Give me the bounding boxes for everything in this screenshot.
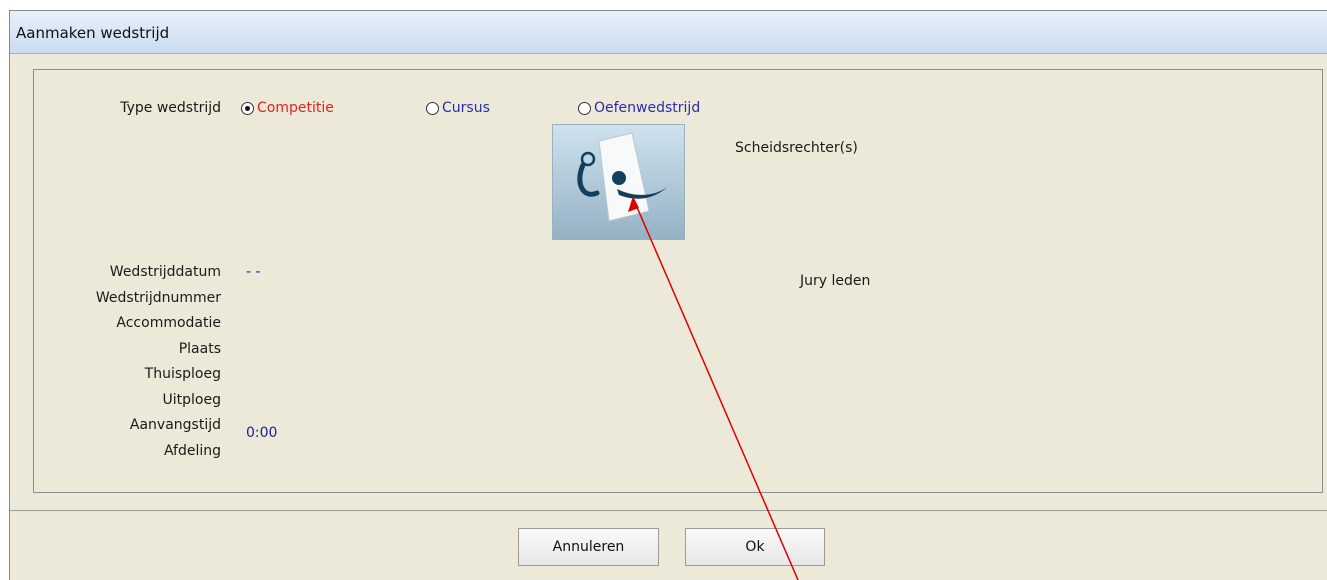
field-label-thuisploeg: Thuisploeg [144, 366, 221, 382]
title-bar: Aanmaken wedstrijd [10, 11, 1327, 54]
field-value-aanvangstijd: 0:00 [246, 425, 278, 441]
radio-label-cursus[interactable]: Cursus [442, 100, 490, 116]
radio-label-competitie[interactable]: Competitie [257, 100, 334, 116]
radio-circle-competitie[interactable] [241, 101, 254, 115]
referee-label: Scheidsrechter(s) [735, 140, 858, 156]
field-label-accommodatie: Accommodatie [116, 315, 221, 331]
ok-button[interactable]: Ok [685, 528, 825, 566]
field-label-afdeling: Afdeling [163, 443, 221, 459]
radio-label-oefenwedstrijd[interactable]: Oefenwedstrijd [594, 100, 700, 116]
radio-oefenwedstrijd[interactable]: Oefenwedstrijd [578, 100, 700, 116]
field-label-wedstrijddatum: Wedstrijddatum [109, 264, 221, 280]
dialog-window: Aanmaken wedstrijd Type wedstrijd Compet… [9, 10, 1327, 580]
referee-whistle-card-icon [577, 132, 667, 222]
referee-select-button[interactable] [552, 124, 685, 240]
cancel-button[interactable]: Annuleren [518, 528, 659, 566]
field-label-aanvangstijd: Aanvangstijd [129, 417, 221, 433]
footer-divider [10, 510, 1327, 511]
field-label-wedstrijdnummer: Wedstrijdnummer [95, 290, 221, 306]
field-label-uitploeg: Uitploeg [162, 392, 221, 408]
radio-cursus[interactable]: Cursus [426, 100, 490, 116]
jury-label: Jury leden [800, 273, 871, 289]
radio-circle-cursus[interactable] [426, 101, 439, 115]
field-label-plaats: Plaats [178, 341, 221, 357]
match-details-panel: Type wedstrijd Competitie Cursus Oefenwe… [33, 69, 1323, 493]
type-label: Type wedstrijd [120, 100, 221, 116]
field-value-wedstrijddatum: - - [246, 264, 261, 280]
window-title: Aanmaken wedstrijd [16, 24, 170, 42]
radio-competitie[interactable]: Competitie [241, 100, 334, 116]
radio-circle-oefenwedstrijd[interactable] [578, 101, 591, 115]
